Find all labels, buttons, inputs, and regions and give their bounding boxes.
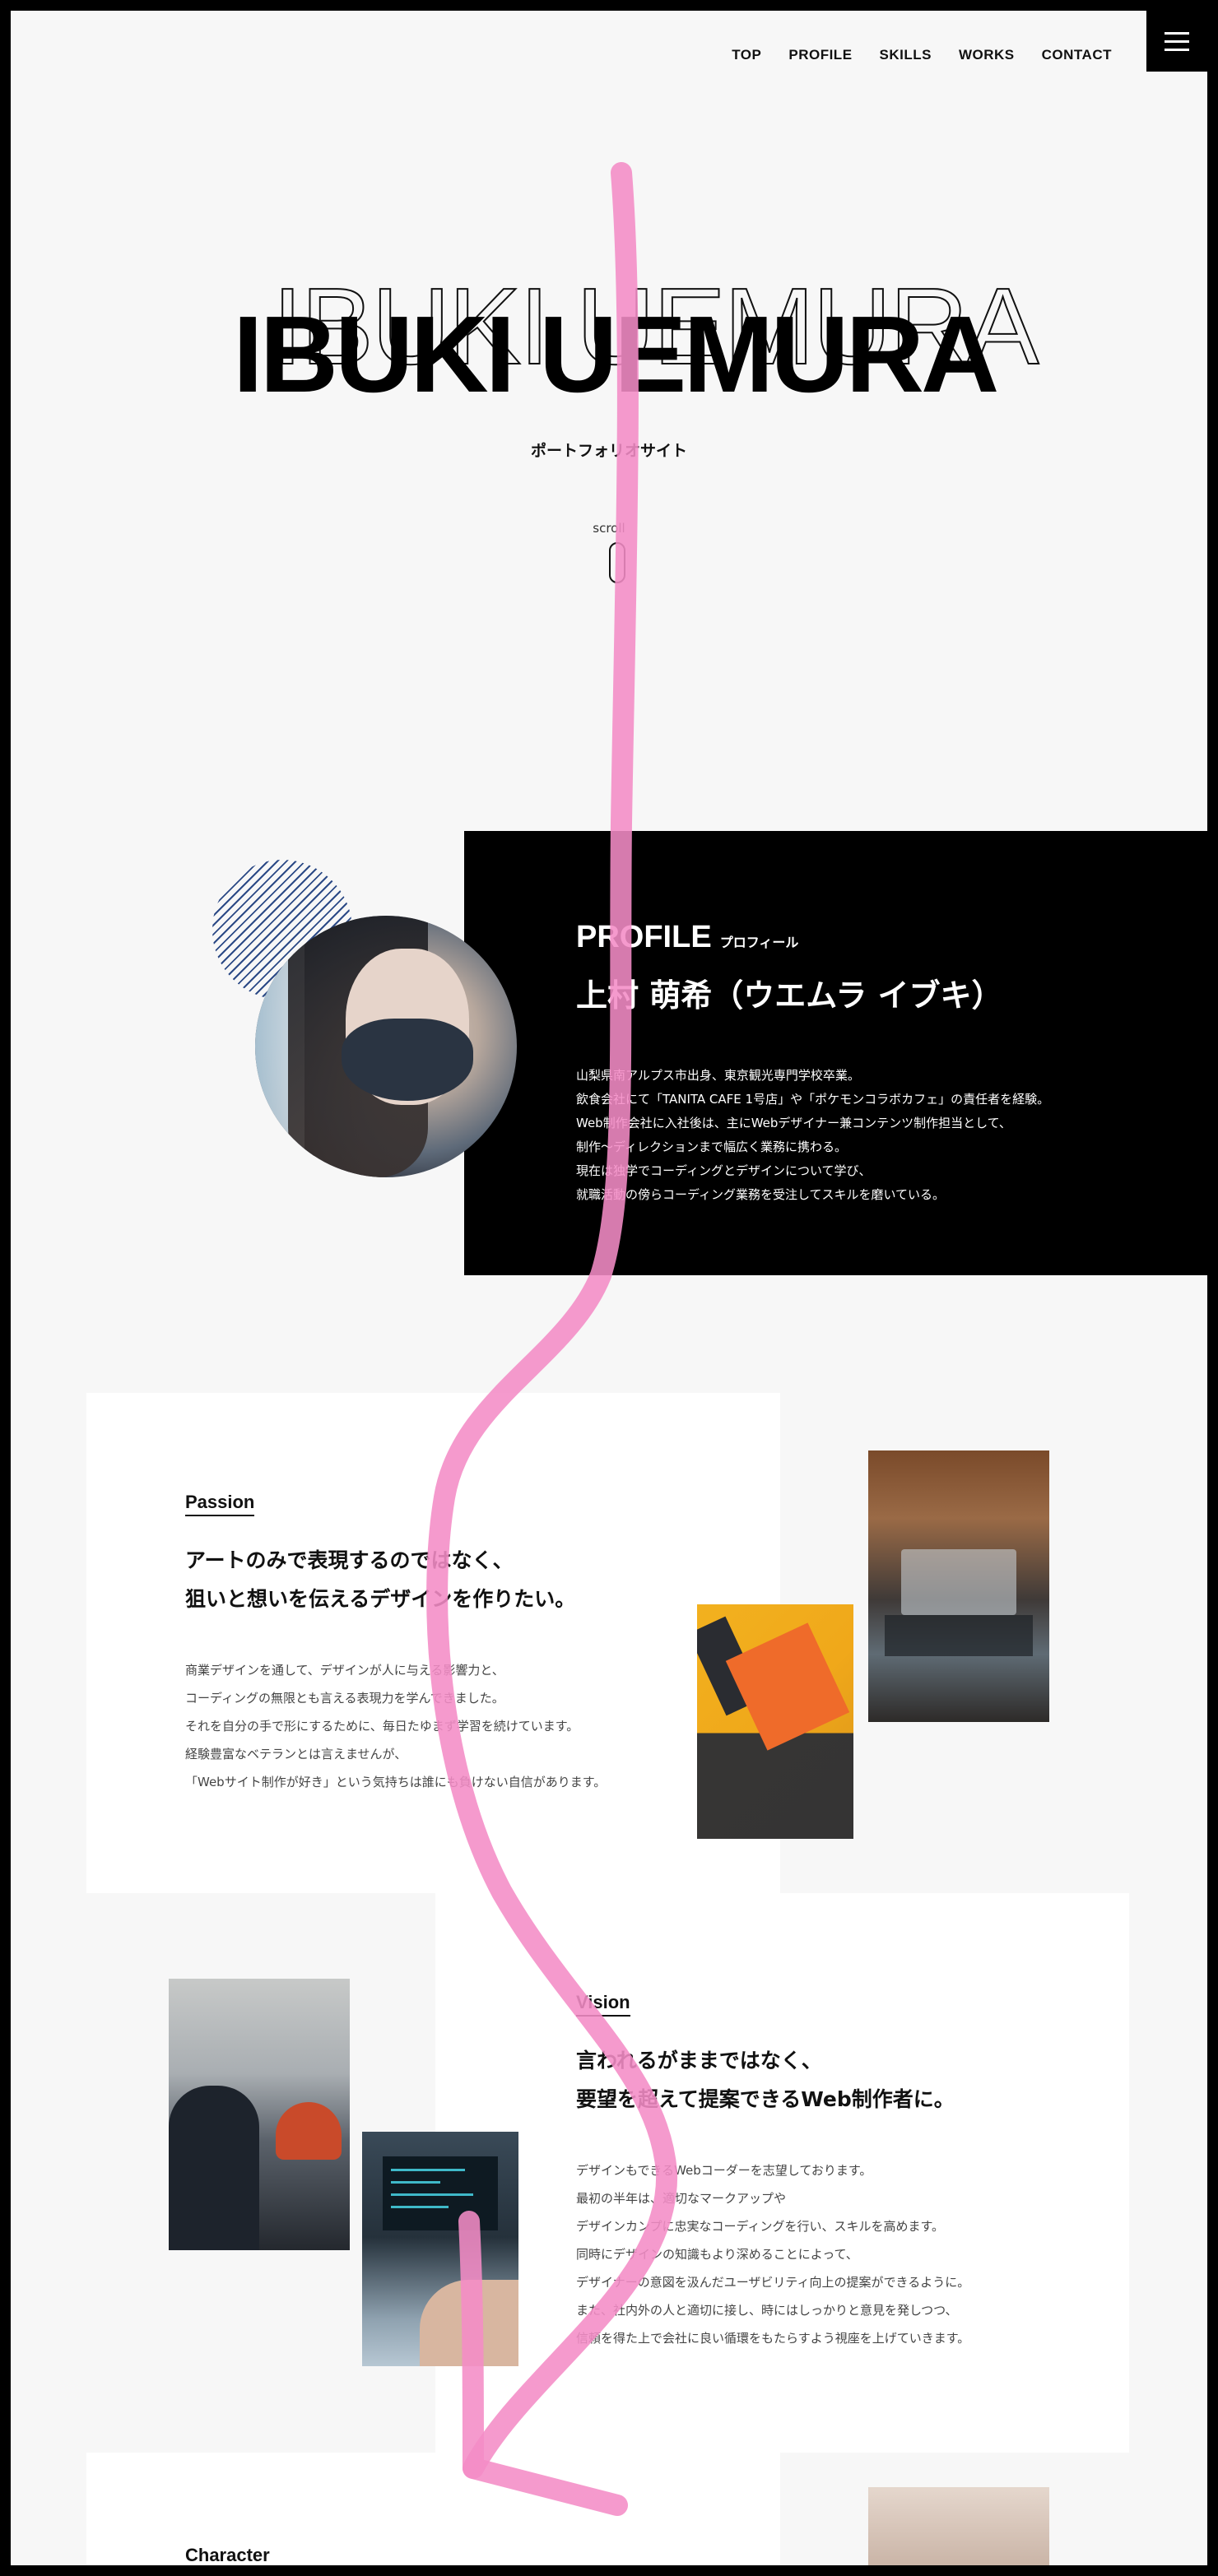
photo-character [868, 2487, 1049, 2565]
profile-avatar [255, 916, 517, 1177]
vision-body-line: デザインもできるWebコーダーを志望しております。 [576, 2163, 872, 2178]
scroll-mouse-icon[interactable] [609, 542, 625, 583]
vision-body-line: デザイナーの意図を汲んだユーザビリティ向上の提案ができるように。 [576, 2275, 970, 2290]
vision-body-line: 最初の半年は、適切なマークアップや [576, 2191, 787, 2206]
vision-body-line: また、社内外の人と適切に接し、時にはしっかりと意見を発しつつ、 [576, 2303, 958, 2318]
passion-heading-line: 狙いと想いを伝えるデザインを作りたい。 [185, 1587, 576, 1611]
nav-item-works[interactable]: WORKS [959, 47, 1015, 63]
nav-item-contact[interactable]: CONTACT [1042, 47, 1112, 63]
scroll-label: scroll [593, 521, 625, 536]
passion-body: 商業デザインを通して、デザインが人に与える影響力と、 コーディングの無限とも言え… [185, 1656, 606, 1796]
passion-body-line: 「Webサイト制作が好き」という気持ちは誰にも負けない自信があります。 [185, 1775, 607, 1789]
vision-body-line: デザインカンプに忠実なコーディングを行い、スキルを高めます。 [576, 2219, 945, 2234]
profile-line: 飲食会社にて「TANITA CAFE 1号店」や「ポケモンコラボカフェ」の責任者… [576, 1092, 1050, 1107]
passion-body-line: コーディングの無限とも言える表現力を学んできました。 [185, 1691, 504, 1706]
profile-heading: PROFILE プロフィール [576, 920, 798, 955]
profile-line: 制作〜ディレクションまで幅広く業務に携わる。 [576, 1139, 847, 1154]
profile-line: 現在は独学でコーディングとデザインについて学び、 [576, 1163, 872, 1178]
nav-item-skills[interactable]: SKILLS [880, 47, 932, 63]
vision-body-line: 信頼を得た上で会社に良い循環をもたらすよう視座を上げていきます。 [576, 2331, 970, 2346]
passion-body-line: 商業デザインを通して、デザインが人に与える影響力と、 [185, 1663, 504, 1678]
page-frame: TOP PROFILE SKILLS WORKS CONTACT IBUKI U… [11, 11, 1207, 2565]
photo-team-meeting [868, 1450, 1049, 1722]
hamburger-menu-icon[interactable] [1146, 11, 1207, 72]
photo-laptop-coding [362, 2132, 518, 2366]
nav-item-top[interactable]: TOP [732, 47, 761, 63]
hero-title: IBUKI UEMURA [233, 294, 999, 415]
passion-body-line: 経験豊富なベテランとは言えませんが、 [185, 1747, 407, 1761]
profile-description: 山梨県南アルプス市出身、東京観光専門学校卒業。 飲食会社にて「TANITA CA… [576, 1064, 1049, 1207]
global-nav: TOP PROFILE SKILLS WORKS CONTACT [732, 47, 1112, 63]
profile-line: 就職活動の傍らコーディング業務を受注してスキルを磨いている。 [576, 1187, 946, 1202]
profile-panel [464, 831, 1207, 1275]
profile-line: Web制作会社に入社後は、主にWebデザイナー兼コンテンツ制作担当として、 [576, 1116, 1011, 1130]
vision-heading: 言われるがままではなく、 要望を超えて提案できるWeb制作者に。 [576, 2041, 955, 2119]
passion-card [86, 1393, 780, 1893]
vision-heading-line: 言われるがままではなく、 [576, 2049, 822, 2072]
vision-label: Vision [576, 1992, 630, 2017]
profile-heading-en: PROFILE [576, 920, 712, 954]
passion-label: Passion [185, 1492, 255, 1516]
passion-body-line: それを自分の手で形にするために、毎日たゆまず学習を続けています。 [185, 1719, 579, 1734]
profile-name: 上村 萌希（ウエムラ イブキ） [576, 977, 1003, 1014]
character-label: Character [185, 2545, 270, 2565]
passion-heading-line: アートのみで表現するのではなく、 [185, 1548, 514, 1572]
passion-heading: アートのみで表現するのではなく、 狙いと想いを伝えるデザインを作りたい。 [185, 1541, 575, 1618]
photo-office [169, 1979, 350, 2250]
profile-line: 山梨県南アルプス市出身、東京観光専門学校卒業。 [576, 1068, 860, 1083]
photo-design-tools [697, 1604, 853, 1839]
vision-heading-line: 要望を超えて提案できるWeb制作者に。 [576, 2087, 955, 2111]
vision-body: デザインもできるWebコーダーを志望しております。 最初の半年は、適切なマークア… [576, 2156, 969, 2352]
hero-subtitle: ポートフォリオサイト [530, 442, 687, 460]
vision-body-line: 同時にデザインの知識もより深めることによって、 [576, 2247, 858, 2262]
profile-heading-ja: プロフィール [719, 935, 799, 950]
nav-item-profile[interactable]: PROFILE [788, 47, 852, 63]
